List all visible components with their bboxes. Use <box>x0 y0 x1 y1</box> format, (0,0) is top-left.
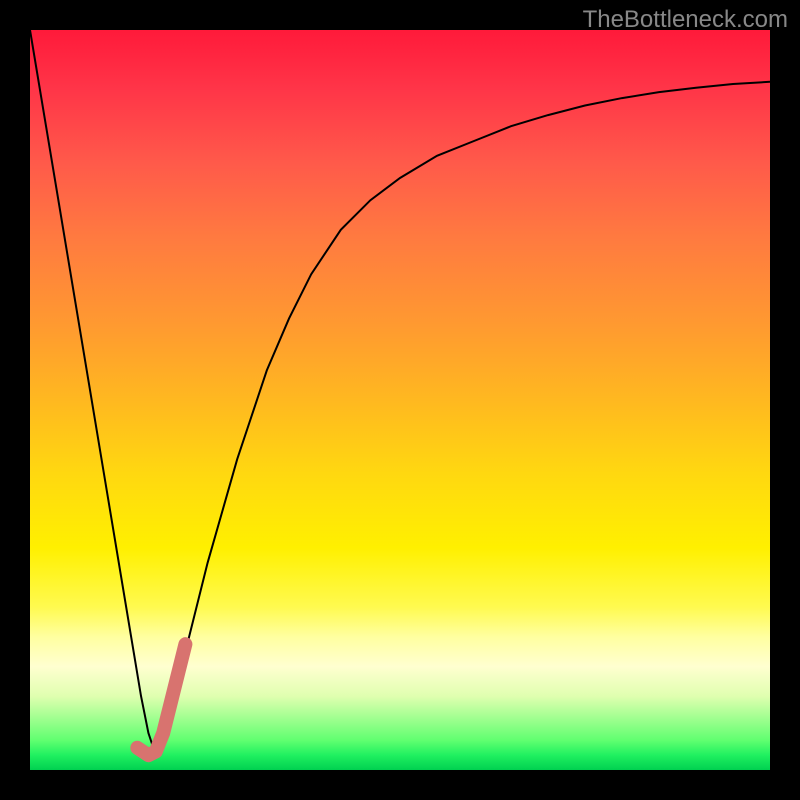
highlight-segment-line <box>137 644 185 755</box>
chart-plot-area <box>30 30 770 770</box>
watermark-text: TheBottleneck.com <box>583 6 788 34</box>
chart-svg <box>30 30 770 770</box>
bottleneck-curve-line <box>30 30 770 755</box>
